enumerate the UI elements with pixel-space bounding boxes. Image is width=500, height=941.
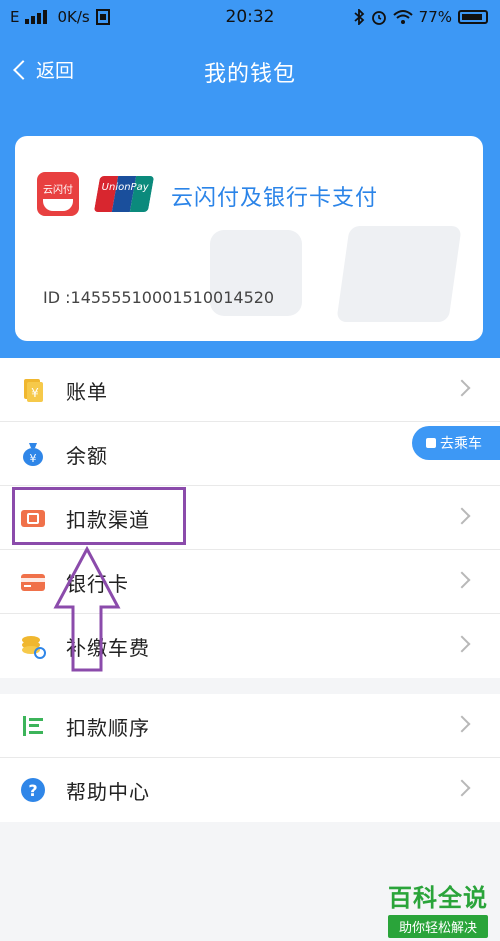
- card-id: ID :14555510001510014520: [43, 288, 275, 307]
- go-ride-label: 去乘车: [440, 436, 482, 452]
- settings-menu-list: 扣款顺序 ? 帮助中心: [0, 694, 500, 822]
- up-arrow-icon: [53, 546, 121, 672]
- svg-text:¥: ¥: [30, 452, 37, 465]
- wifi-icon: [392, 10, 413, 24]
- svg-text:¥: ¥: [31, 386, 39, 400]
- alarm-icon: [371, 11, 386, 25]
- bluetooth-icon: [354, 9, 364, 25]
- menu-item-label: 帮助中心: [66, 780, 150, 804]
- battery-percent: 77%: [418, 8, 452, 26]
- fare-payment-icon: [22, 636, 46, 659]
- nav-bar: 返回 我的钱包: [0, 44, 500, 100]
- chevron-right-icon: [453, 507, 471, 525]
- brand-name: 百科全说: [388, 884, 488, 912]
- payment-order-icon: [23, 716, 43, 736]
- payment-card[interactable]: 云闪付 UnionPay 云闪付及银行卡支付 ID :1455551000151…: [15, 136, 483, 341]
- unionpay-logo-icon: UnionPay: [93, 176, 155, 212]
- bank-card-icon: [21, 574, 45, 591]
- menu-item-bill[interactable]: ¥ 账单: [0, 358, 500, 422]
- brand-watermark: 百科全说 助你轻松解决: [388, 878, 488, 938]
- battery-icon: [458, 10, 488, 24]
- bus-icon: [426, 438, 436, 448]
- balance-icon: ¥: [23, 443, 43, 466]
- chevron-right-icon: [453, 571, 471, 589]
- menu-item-payment-order[interactable]: 扣款顺序: [0, 694, 500, 758]
- chevron-right-icon: [453, 635, 471, 653]
- highlight-box: [12, 487, 186, 545]
- menu-item-label: 余额: [66, 444, 108, 468]
- unionpay-logo-text: UnionPay: [101, 182, 149, 193]
- chevron-right-icon: [453, 379, 471, 397]
- bill-icon: ¥: [24, 379, 43, 402]
- unionpay-watermark-icon: [336, 226, 462, 322]
- status-bar: E 0K/s 20:32 77%: [0, 0, 500, 34]
- menu-item-help[interactable]: ? 帮助中心: [0, 758, 500, 822]
- menu-item-label: 扣款顺序: [66, 716, 150, 740]
- brand-slogan: 助你轻松解决: [388, 915, 488, 938]
- svg-text:?: ?: [28, 781, 37, 800]
- card-title: 云闪付及银行卡支付: [171, 186, 379, 211]
- menu-item-label: 账单: [66, 380, 108, 404]
- go-ride-button[interactable]: 去乘车: [412, 426, 500, 460]
- help-icon: ?: [21, 778, 45, 802]
- page-title: 我的钱包: [203, 62, 296, 87]
- chevron-right-icon: [453, 779, 471, 797]
- ysf-logo-icon: 云闪付: [37, 172, 79, 216]
- ysf-logo-text: 云闪付: [43, 185, 73, 196]
- chevron-right-icon: [453, 715, 471, 733]
